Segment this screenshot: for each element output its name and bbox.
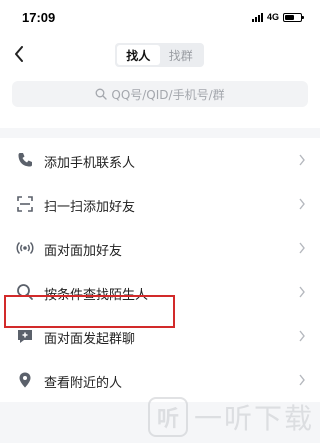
chevron-right-icon (299, 154, 305, 166)
watermark-text: 一听下载 (193, 402, 314, 435)
menu-item-search-strangers[interactable]: 按条件查找陌生人 (0, 270, 320, 314)
search-icon (95, 88, 108, 100)
search-area: QQ号/QID/手机号/群 (0, 73, 320, 128)
watermark: 听 一听下载 (147, 397, 314, 437)
menu-item-label: 面对面加好友 (44, 244, 123, 259)
chevron-right-icon (299, 286, 305, 298)
chevron-left-icon (15, 46, 23, 62)
menu-item-label: 面对面发起群聊 (44, 332, 136, 347)
nav-bar: 找人 找群 (0, 36, 320, 73)
back-button[interactable] (8, 41, 30, 67)
status-bar: 17:09 4G (0, 0, 320, 36)
scan-icon (16, 195, 34, 213)
status-indicators: 4G (251, 12, 304, 22)
menu-item-label: 扫一扫添加好友 (44, 200, 136, 215)
search-type-switch: 找人 找群 (115, 43, 204, 67)
menu-item-view-nearby-people[interactable]: 查看附近的人 (0, 358, 320, 402)
phone-icon (16, 151, 34, 169)
battery-icon (283, 12, 304, 22)
chevron-right-icon (299, 330, 305, 342)
menu-item-face-to-face-add[interactable]: 面对面加好友 (0, 226, 320, 270)
network-label: 4G (266, 12, 279, 22)
watermark-logo: 听 (147, 397, 188, 437)
add-group-chat-icon (16, 327, 34, 345)
menu-item-label: 查看附近的人 (44, 376, 123, 391)
location-icon (16, 371, 34, 389)
chevron-right-icon (299, 374, 305, 386)
chevron-right-icon (299, 242, 305, 254)
menu-item-label: 添加手机联系人 (44, 156, 136, 171)
search-input[interactable]: QQ号/QID/手机号/群 (12, 81, 308, 107)
search-placeholder: QQ号/QID/手机号/群 (111, 87, 225, 102)
tab-find-people[interactable]: 找人 (117, 45, 160, 65)
search-icon (16, 283, 34, 301)
menu-item-add-phone-contacts[interactable]: 添加手机联系人 (0, 138, 320, 182)
nearby-signal-icon (16, 239, 34, 257)
status-time: 17:09 (22, 10, 56, 25)
header-area: 17:09 4G 找人 找群 QQ号/QID/手机号/群 (0, 0, 320, 128)
menu-item-face-to-face-group-chat[interactable]: 面对面发起群聊 (0, 314, 320, 358)
menu-item-scan-add-friend[interactable]: 扫一扫添加好友 (0, 182, 320, 226)
chevron-right-icon (299, 198, 305, 210)
menu-item-label: 按条件查找陌生人 (44, 288, 149, 303)
tab-find-group[interactable]: 找群 (160, 45, 203, 65)
add-friend-menu: 添加手机联系人 扫一扫添加好友 面对面加好友 按条件查找陌生人 面对面发起群聊 … (0, 138, 320, 402)
signal-icon (251, 12, 263, 22)
